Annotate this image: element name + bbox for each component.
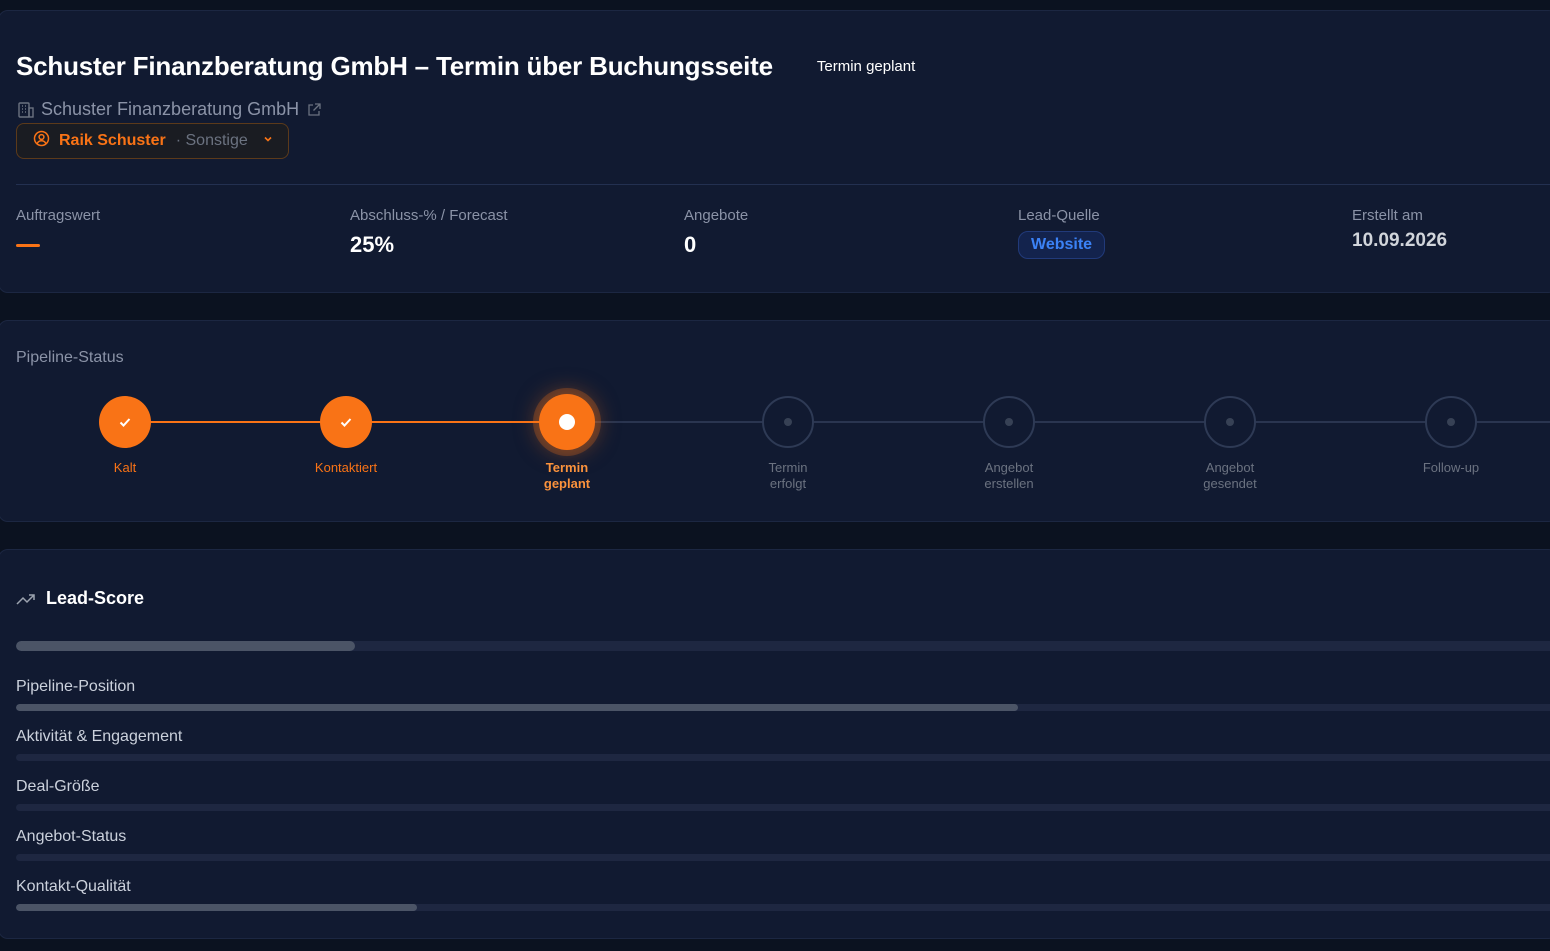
external-link-icon[interactable] bbox=[307, 102, 321, 117]
pipeline-step-label: Kontaktiert bbox=[286, 460, 406, 476]
pipeline-step-label: Angebot erstellen bbox=[949, 460, 1069, 492]
pipeline-step-node[interactable] bbox=[1425, 396, 1477, 448]
company-name[interactable]: Schuster Finanzberatung GmbH bbox=[41, 99, 299, 120]
building-icon bbox=[16, 100, 36, 120]
current-step-dot bbox=[559, 414, 575, 430]
step-label-line: Kalt bbox=[113, 460, 137, 475]
score-factor-fill bbox=[16, 904, 417, 911]
pipeline-step-node[interactable] bbox=[99, 396, 151, 448]
pipeline-connector bbox=[125, 421, 346, 423]
lead-score-card: Lead-Score Pipeline-Position Aktivität & … bbox=[0, 549, 1550, 939]
pipeline-step-node[interactable] bbox=[320, 396, 372, 448]
lead-score-total-fill bbox=[16, 641, 356, 651]
trending-up-icon bbox=[16, 593, 35, 605]
pipeline-step-node[interactable] bbox=[983, 396, 1035, 448]
stat-label: Angebote bbox=[684, 207, 749, 224]
check-icon bbox=[340, 418, 352, 427]
pipeline-step-node[interactable] bbox=[539, 394, 595, 450]
step-label-line: erstellen bbox=[984, 476, 1034, 491]
step-label-line: gesendet bbox=[1203, 476, 1257, 491]
score-factor-label: Angebot-Status bbox=[16, 828, 127, 845]
deal-status: Termin geplant bbox=[816, 58, 916, 75]
contact-name: Raik Schuster bbox=[59, 132, 166, 149]
pending-step-dot bbox=[1005, 418, 1013, 426]
step-label-line: Termin bbox=[768, 460, 808, 475]
step-label-line: erfolgt bbox=[769, 476, 807, 491]
stat-forecast: Abschluss-% / Forecast 25% bbox=[350, 207, 508, 258]
step-label-line: Kontaktiert bbox=[314, 460, 378, 475]
lead-score-title-text: Lead-Score bbox=[46, 588, 145, 608]
step-label-line: Angebot bbox=[1205, 460, 1255, 475]
stat-label: Abschluss-% / Forecast bbox=[350, 207, 508, 224]
pipeline-step-label: Termin erfolgt bbox=[728, 460, 848, 492]
stat-auftragswert: Auftragswert bbox=[16, 207, 100, 247]
stat-value: 10.09.2026 bbox=[1352, 230, 1448, 251]
score-factor-label: Aktivität & Engagement bbox=[16, 728, 183, 745]
score-factor-label: Pipeline-Position bbox=[16, 678, 136, 695]
check-icon bbox=[119, 418, 131, 427]
deal-header-card: Schuster Finanzberatung GmbH – Termin üb… bbox=[0, 10, 1550, 293]
lead-score-title: Lead-Score bbox=[16, 588, 144, 609]
contact-selector[interactable]: Raik Schuster · Sonstige bbox=[16, 123, 289, 159]
pipeline-card: Pipeline-Status Kalt Kontaktiert Termin gep… bbox=[0, 320, 1550, 522]
step-label-line: Termin bbox=[545, 460, 589, 475]
score-factor-fill bbox=[16, 704, 1018, 711]
pending-step-dot bbox=[1447, 418, 1455, 426]
pipeline-step-label: Kalt bbox=[65, 460, 185, 476]
score-factor-bar bbox=[16, 854, 1550, 861]
pipeline-connector bbox=[788, 421, 1009, 423]
pipeline-step-node[interactable] bbox=[1204, 396, 1256, 448]
lead-score-total-bar bbox=[16, 641, 1550, 651]
score-factor-label: Kontakt-Qualität bbox=[16, 878, 131, 895]
score-factor-bar bbox=[16, 754, 1550, 761]
stat-angebote: Angebote 0 bbox=[684, 207, 748, 258]
step-label-line: Follow-up bbox=[1422, 460, 1480, 475]
pipeline-connector bbox=[1009, 421, 1230, 423]
step-label-line: Angebot bbox=[984, 460, 1034, 475]
stat-value: 0 bbox=[684, 232, 697, 257]
score-factor-bar bbox=[16, 704, 1550, 711]
score-factor-bar bbox=[16, 804, 1550, 811]
pipeline-connector bbox=[1230, 421, 1451, 423]
score-factor-label: Deal-Größe bbox=[16, 778, 100, 795]
pipeline-step-label: Follow-up bbox=[1391, 460, 1511, 476]
contact-role: · Sonstige bbox=[175, 132, 248, 149]
title-row: Schuster Finanzberatung GmbH – Termin üb… bbox=[16, 51, 915, 82]
score-factor-bar bbox=[16, 904, 1550, 911]
stat-lead-quelle: Lead-Quelle Website bbox=[1018, 207, 1106, 259]
step-label-line: geplant bbox=[543, 476, 591, 491]
pipeline-connector bbox=[346, 421, 567, 423]
pipeline-step-label: Angebot gesendet bbox=[1170, 460, 1290, 492]
pipeline-step-node[interactable] bbox=[762, 396, 814, 448]
chevron-down-icon bbox=[262, 132, 274, 150]
deal-title: Schuster Finanzberatung GmbH – Termin üb… bbox=[16, 51, 773, 81]
pipeline-connector bbox=[567, 421, 788, 423]
lead-source-badge: Website bbox=[1018, 231, 1106, 259]
header-divider bbox=[16, 184, 1550, 185]
stat-label: Auftragswert bbox=[16, 207, 101, 224]
stat-value: 25% bbox=[350, 232, 395, 257]
pipeline-stepper: Kalt Kontaktiert Termin geplant Termin erfolg… bbox=[0, 321, 1550, 521]
company-link[interactable]: Schuster Finanzberatung GmbH bbox=[16, 99, 321, 120]
pending-step-dot bbox=[1226, 418, 1234, 426]
stat-label: Lead-Quelle bbox=[1018, 207, 1100, 224]
pending-step-dot bbox=[784, 418, 792, 426]
stat-erstellt-am: Erstellt am 10.09.2026 bbox=[1352, 207, 1447, 252]
pipeline-step-label: Termin geplant bbox=[507, 460, 627, 492]
stat-label: Erstellt am bbox=[1352, 207, 1423, 224]
user-circle-icon bbox=[33, 130, 50, 152]
stat-empty-dash bbox=[16, 244, 40, 247]
